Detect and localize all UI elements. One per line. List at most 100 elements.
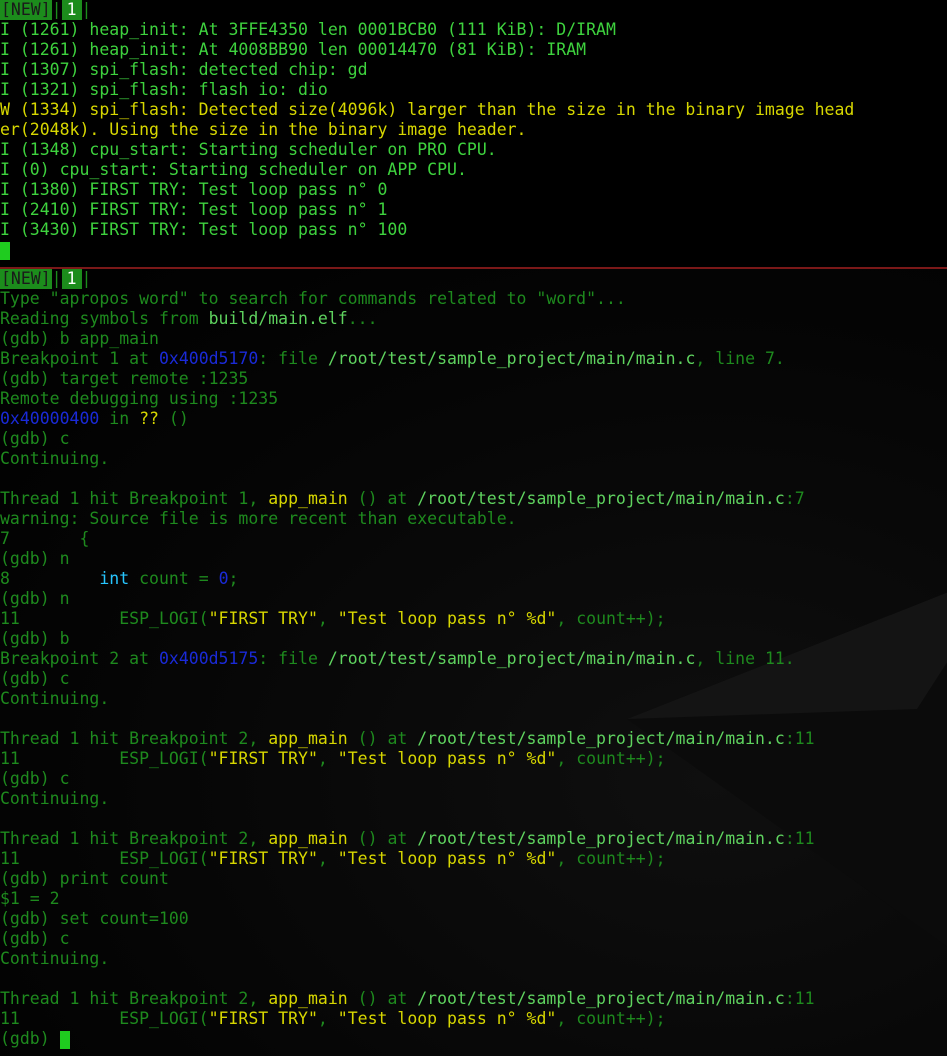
terminal-line: I (3430) FIRST TRY: Test loop pass n° 10… (0, 220, 947, 240)
terminal-text: ?? (139, 409, 159, 428)
terminal-line: 11 ESP_LOGI("FIRST TRY", "Test loop pass… (0, 749, 947, 769)
terminal-text: (gdb) c (0, 769, 70, 788)
terminal-text: Thread 1 hit Breakpoint 2, (0, 729, 269, 748)
terminal-text: Continuing. (0, 689, 110, 708)
terminal-line: I (1307) spi_flash: detected chip: gd (0, 60, 947, 80)
terminal-text: I (1261) heap_init: At 3FFE4350 len 0001… (0, 20, 616, 39)
terminal-text: , line 11. (695, 649, 795, 668)
terminal-text: I (2410) FIRST TRY: Test loop pass n° 1 (0, 200, 388, 219)
tab-bar: [NEW]| 1 | (0, 0, 947, 20)
terminal-text: Remote debugging using :1235 (0, 389, 279, 408)
terminal-line: Remote debugging using :1235 (0, 389, 947, 409)
terminal-text: :11 (784, 829, 815, 848)
terminal-text: in (99, 409, 140, 428)
terminal-line: I (1261) heap_init: At 4008BB90 len 0001… (0, 40, 947, 60)
terminal-line (0, 240, 947, 260)
terminal-text: , (317, 849, 338, 868)
terminal-text: /root/test/sample_project/main/main.c (327, 349, 696, 368)
terminal-line: 0x40000400 in ?? () (0, 409, 947, 429)
terminal-text: /root/test/sample_project/main/main.c (417, 989, 785, 1008)
terminal-output: Type "apropos word" to search for comman… (0, 289, 947, 1049)
tab-separator: | (51, 0, 62, 19)
terminal-line: (gdb) b (0, 629, 947, 649)
terminal-text: count = (129, 569, 219, 588)
terminal-text: Thread 1 hit Breakpoint 2, (0, 989, 269, 1008)
terminal-line: (gdb) c (0, 769, 947, 789)
terminal-line: (gdb) target remote :1235 (0, 369, 947, 389)
terminal-text: (gdb) set count=100 (0, 909, 189, 928)
terminal-text: , count++); (556, 849, 666, 868)
terminal-line: Continuing. (0, 449, 947, 469)
terminal-text: 11 ESP_LOGI( (0, 1009, 209, 1028)
terminal-text: I (3430) FIRST TRY: Test loop pass n° 10… (0, 220, 408, 239)
terminal-text: build/main.elf (208, 309, 348, 328)
terminal-text: I (1380) FIRST TRY: Test loop pass n° 0 (0, 180, 388, 199)
terminal-text: 7 { (0, 529, 90, 548)
terminal-line: Reading symbols from build/main.elf... (0, 309, 947, 329)
terminal-text: (gdb) b app_main (0, 329, 159, 348)
terminal-text: /root/test/sample_project/main/main.c (327, 649, 696, 668)
terminal-text: Breakpoint 1 at (0, 349, 159, 368)
terminal-text: "Test loop pass n° %d" (337, 749, 557, 768)
tab-new[interactable]: [NEW] (0, 269, 52, 289)
terminal-text: Breakpoint 2 at (0, 649, 159, 668)
tab-bar: [NEW]| 1 | (0, 269, 947, 289)
terminal-text: :7 (784, 489, 805, 508)
terminal-text: () at (347, 989, 418, 1008)
terminal-text: , (317, 749, 338, 768)
terminal-text: Continuing. (0, 949, 110, 968)
terminal-line: Breakpoint 2 at 0x400d5175: file /root/t… (0, 649, 947, 669)
terminal-line: 11 ESP_LOGI("FIRST TRY", "Test loop pass… (0, 609, 947, 629)
terminal-line: Thread 1 hit Breakpoint 2, app_main () a… (0, 729, 947, 749)
terminal-text: (gdb) c (0, 669, 70, 688)
tab-new[interactable]: [NEW] (0, 0, 52, 20)
terminal-text: int (99, 569, 130, 588)
terminal-text: () at (347, 489, 418, 508)
tab-1[interactable]: 1 (61, 269, 82, 289)
terminal-text: "FIRST TRY" (208, 849, 318, 868)
terminal-text: $1 = 2 (0, 889, 60, 908)
terminal-line: Continuing. (0, 789, 947, 809)
terminal-text: : file (258, 649, 328, 668)
terminal-line: Continuing. (0, 949, 947, 969)
tab-separator: | (81, 0, 92, 19)
terminal-text: 11 ESP_LOGI( (0, 749, 209, 768)
terminal-text: () at (347, 729, 418, 748)
terminal-text: (gdb) (0, 1029, 60, 1048)
terminal-text: 0x400d5175 (158, 649, 259, 668)
terminal-line: I (1348) cpu_start: Starting scheduler o… (0, 140, 947, 160)
terminal-line: 8 int count = 0; (0, 569, 947, 589)
terminal-line: (gdb) (0, 1029, 947, 1049)
terminal-text: , (317, 609, 338, 628)
terminal-line: $1 = 2 (0, 889, 947, 909)
terminal-text: /root/test/sample_project/main/main.c (417, 829, 785, 848)
terminal-line: Thread 1 hit Breakpoint 1, app_main () a… (0, 489, 947, 509)
terminal-text: , line 7. (695, 349, 785, 368)
tab-1[interactable]: 1 (61, 0, 82, 20)
terminal-text: (gdb) b (0, 629, 70, 648)
terminal-line: Continuing. (0, 689, 947, 709)
monitor-pane[interactable]: [NEW]| 1 | I (1261) heap_init: At 3FFE4350… (0, 0, 947, 267)
terminal-text: Thread 1 hit Breakpoint 1, (0, 489, 269, 508)
terminal-text: Continuing. (0, 449, 110, 468)
terminal-line: Thread 1 hit Breakpoint 2, app_main () a… (0, 829, 947, 849)
terminal-text: Type "apropos word" to search for comman… (0, 289, 626, 308)
gdb-pane[interactable]: [NEW]| 1 | Type "apropos word" to search f… (0, 269, 947, 1056)
terminal-text: er(2048k). Using the size in the binary … (0, 120, 527, 139)
terminal-text: I (1261) heap_init: At 4008BB90 len 0001… (0, 40, 587, 59)
terminal-text: "Test loop pass n° %d" (337, 1009, 557, 1028)
terminal-line: (gdb) n (0, 589, 947, 609)
terminal-text: 0 (218, 569, 229, 588)
terminal-text: , count++); (556, 609, 666, 628)
terminal-line: Type "apropos word" to search for comman… (0, 289, 947, 309)
terminal-text: , count++); (556, 1009, 666, 1028)
tab-separator: | (81, 269, 92, 288)
terminal-line: I (0) cpu_start: Starting scheduler on A… (0, 160, 947, 180)
tab-separator: | (51, 269, 62, 288)
terminal-text: :11 (784, 729, 815, 748)
terminal-text: "FIRST TRY" (208, 1009, 318, 1028)
terminal-text: (gdb) c (0, 429, 70, 448)
terminal-text: app_main (268, 489, 348, 508)
terminal-line: 11 ESP_LOGI("FIRST TRY", "Test loop pass… (0, 1009, 947, 1029)
